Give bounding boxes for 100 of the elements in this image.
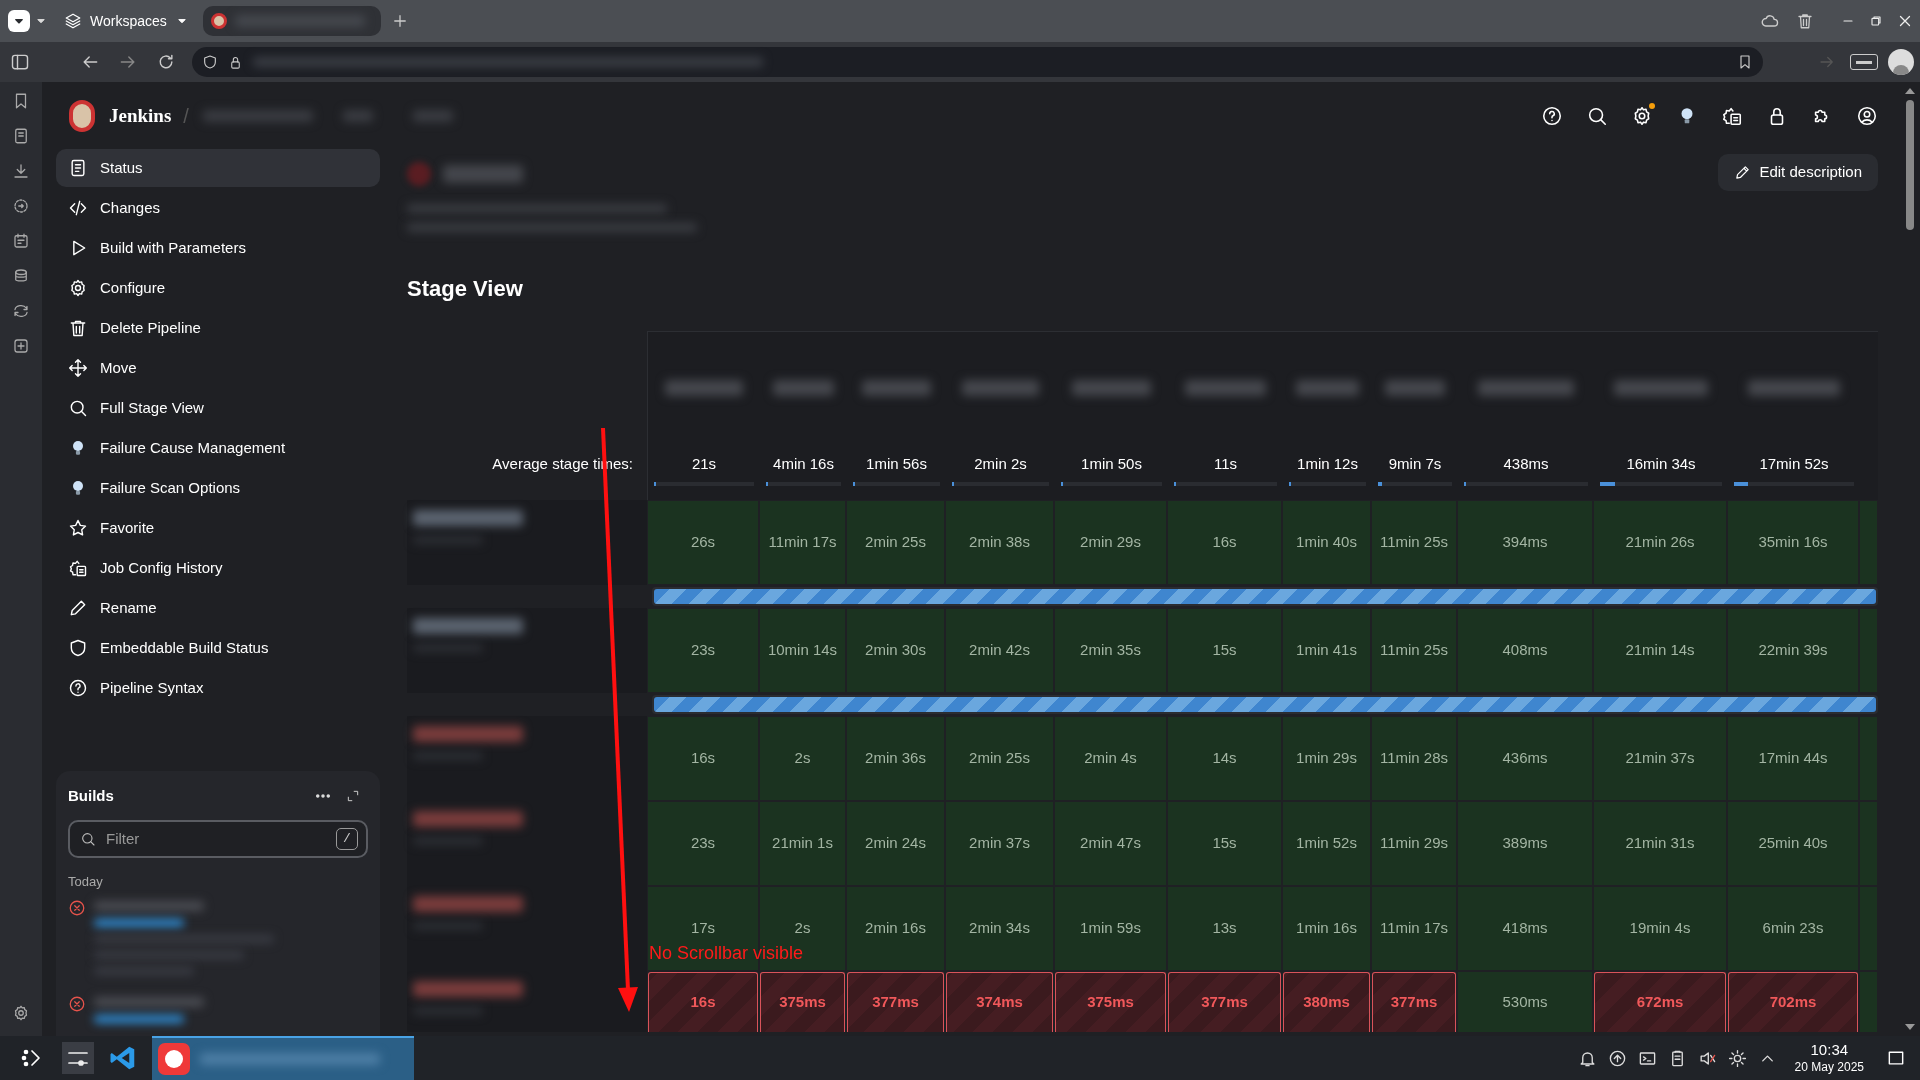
stage-time: 23s <box>690 640 716 661</box>
sidebar-item[interactable]: Changes <box>56 189 380 227</box>
average-time: 9min 7s <box>1388 454 1442 474</box>
breadcrumb-link[interactable]: Jenkins <box>109 101 172 131</box>
clock-date: 20 May 2025 <box>1794 1059 1864 1075</box>
sidebar-item[interactable]: Move <box>56 349 380 387</box>
expand-icon[interactable] <box>346 789 360 804</box>
stage-time: 2min 16s <box>865 918 926 939</box>
notes-icon[interactable] <box>12 127 30 145</box>
history-icon[interactable] <box>12 197 30 215</box>
lock-icon <box>228 54 243 70</box>
edit-description-button[interactable]: Edit description <box>1718 154 1878 191</box>
browser-app-icon <box>158 1043 190 1075</box>
stage-time: 2min 29s <box>1080 532 1141 553</box>
vpn-icon[interactable] <box>1850 54 1878 70</box>
sidebar-item[interactable]: Failure Scan Options <box>56 469 380 507</box>
redacted-text <box>1384 379 1446 396</box>
breadcrumb-separator: / <box>183 104 189 129</box>
settings-icon[interactable] <box>12 1004 30 1022</box>
stage-time: 15s <box>1212 833 1237 854</box>
stage-time: 2min 24s <box>865 833 926 854</box>
average-time: 11s <box>1213 454 1238 474</box>
build-label[interactable] <box>407 608 647 693</box>
sidebar-item[interactable]: Failure Cause Management <box>56 429 380 467</box>
panel-toggle-icon[interactable] <box>10 52 30 72</box>
sidebar-item[interactable]: Full Stage View <box>56 389 380 427</box>
stage-time: 2min 34s <box>969 918 1030 939</box>
taskbar-window[interactable] <box>152 1036 414 1080</box>
average-time: 1min 12s <box>1297 454 1358 474</box>
shield-icon <box>68 638 88 658</box>
settings-icon <box>68 278 88 298</box>
add-panel-icon[interactable] <box>12 337 30 355</box>
trash-icon[interactable] <box>1796 12 1814 30</box>
average-time: 2min 2s <box>974 454 1027 474</box>
stage-time: 16s <box>690 992 716 1013</box>
stage-time: 1min 52s <box>1296 833 1357 854</box>
stage-time: 16s <box>690 748 716 769</box>
stage-time: 17min 44s <box>1758 748 1828 769</box>
calendar-icon[interactable] <box>12 232 30 250</box>
scroll-down-arrow[interactable] <box>1905 1024 1915 1030</box>
browser-tab[interactable] <box>202 6 381 36</box>
profile-avatar[interactable] <box>1888 49 1914 75</box>
help-icon[interactable] <box>1541 105 1563 127</box>
sidebar-item[interactable]: Favorite <box>56 509 380 547</box>
sidebar-item[interactable]: Delete Pipeline <box>56 309 380 347</box>
upload-icon[interactable] <box>1607 1048 1627 1068</box>
shortcut-key: / <box>336 827 358 850</box>
document-icon <box>68 158 88 178</box>
taskbar-app[interactable] <box>62 1042 94 1074</box>
search-icon <box>68 398 88 418</box>
workspaces-button[interactable]: Workspaces <box>64 10 189 32</box>
stage-time: 23s <box>690 833 716 854</box>
stage-time: 702ms <box>1769 992 1817 1013</box>
build-label[interactable] <box>407 971 647 1032</box>
stage-time: 408ms <box>1502 640 1548 661</box>
show-desktop-icon[interactable] <box>1886 1048 1906 1068</box>
sidebar-item[interactable]: Job Config History <box>56 549 380 587</box>
sidebar-item[interactable]: Status <box>56 149 380 187</box>
stage-time: 26s <box>690 532 716 553</box>
sidebar-item[interactable]: Embeddable Build Status <box>56 629 380 667</box>
average-time: 16min 34s <box>1626 454 1696 474</box>
build-label[interactable] <box>407 500 647 585</box>
stage-time: 2min 38s <box>969 532 1030 553</box>
stage-time: 377ms <box>1201 992 1248 1013</box>
stage-time: 11min 29s <box>1379 833 1449 854</box>
download-icon[interactable] <box>12 162 30 180</box>
status-icon <box>407 162 431 186</box>
sync-icon[interactable] <box>12 302 30 320</box>
stage-time: 35min 16s <box>1758 532 1828 553</box>
config-history-icon[interactable] <box>1721 105 1743 127</box>
search-icon[interactable] <box>1586 105 1608 127</box>
restore-icon[interactable] <box>1868 13 1884 29</box>
stage-time: 375ms <box>779 992 826 1013</box>
scroll-up-arrow[interactable] <box>1905 88 1915 94</box>
stage-time: 377ms <box>1390 992 1438 1013</box>
bookmark-icon <box>1737 54 1753 70</box>
redacted-text <box>773 379 834 396</box>
stage-time: 21min 1s <box>772 833 833 854</box>
stage-time: 2min 36s <box>865 748 926 769</box>
sidebar-item[interactable]: Rename <box>56 589 380 627</box>
sidebar-item[interactable]: Pipeline Syntax <box>56 669 380 707</box>
sidebar-item[interactable]: Build with Parameters <box>56 229 380 267</box>
browser-logo[interactable] <box>8 10 30 32</box>
brightness-icon[interactable] <box>1727 1048 1747 1068</box>
average-time: 17min 52s <box>1759 454 1829 474</box>
stage-time: 21min 26s <box>1625 532 1695 553</box>
sidebar-item[interactable]: Configure <box>56 269 380 307</box>
user-icon[interactable] <box>1856 105 1878 127</box>
scrollbar-thumb[interactable] <box>1906 100 1914 230</box>
jenkins-logo[interactable] <box>69 100 95 132</box>
address-field[interactable] <box>192 47 1763 77</box>
stage-time: 2min 4s <box>1084 748 1137 769</box>
stage-time: 10min 14s <box>767 640 838 661</box>
stage-time: 21min 37s <box>1625 748 1695 769</box>
stage-time: 436ms <box>1502 748 1548 769</box>
stage-time: 1min 40s <box>1296 532 1357 553</box>
shield-icon <box>202 54 218 70</box>
trash-icon <box>68 318 88 338</box>
move-icon <box>68 358 88 378</box>
clock-time: 10:34 <box>1810 1041 1849 1060</box>
